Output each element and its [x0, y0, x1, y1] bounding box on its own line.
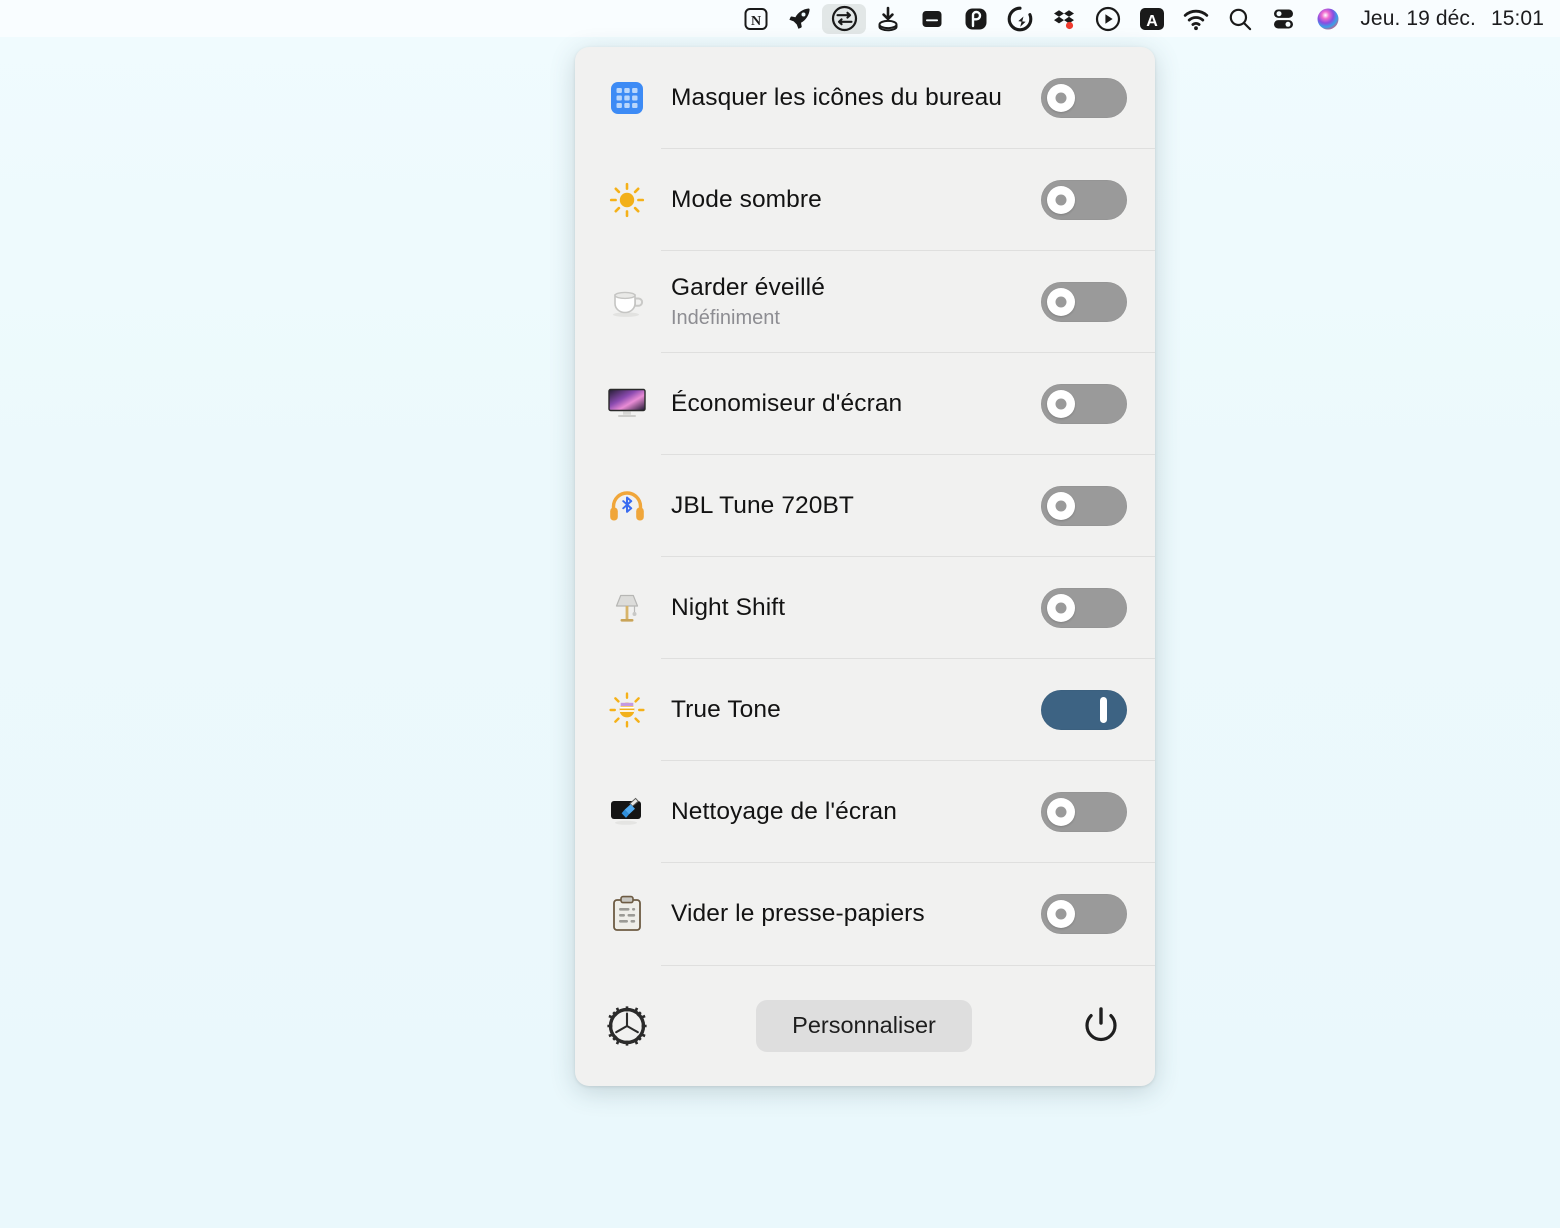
row-text: Masquer les icônes du bureau — [653, 84, 1041, 112]
row-title: Économiseur d'écran — [671, 390, 903, 417]
toggle-bluetooth-headphones[interactable] — [1041, 486, 1127, 526]
row-title: Masquer les icônes du bureau — [671, 84, 1003, 111]
toggle-screen-saver[interactable] — [1041, 384, 1127, 424]
footer-center: Personnaliser — [653, 999, 1075, 1052]
dropbox-icon[interactable] — [1042, 4, 1086, 34]
menu-bar-date: Jeu. 19 déc. — [1360, 6, 1476, 30]
menu-bar: N A Jeu. 19 déc. 15:01 — [0, 0, 1560, 37]
menu-bar-clock[interactable]: Jeu. 19 déc. 15:01 — [1360, 7, 1544, 31]
row-night-shift[interactable]: Night Shift — [575, 557, 1155, 659]
toggle-knob — [1047, 390, 1075, 418]
clipboard-icon — [601, 895, 653, 933]
wifi-icon[interactable] — [1174, 4, 1218, 34]
coffee-cup-icon — [601, 284, 653, 320]
row-text: JBL Tune 720BT — [653, 492, 1041, 520]
toggle-true-tone[interactable] — [1041, 690, 1127, 730]
play-circle-icon[interactable] — [1086, 4, 1130, 34]
row-subtitle: Indéfiniment — [671, 307, 780, 329]
quick-icon[interactable] — [998, 4, 1042, 34]
lamp-icon — [601, 589, 653, 627]
control-center-icon[interactable] — [1262, 4, 1306, 34]
download-icon[interactable] — [866, 4, 910, 34]
desktop: N A Jeu. 19 déc. 15:01 Masquer les icône… — [0, 0, 1560, 1228]
desktop-grid-icon — [601, 80, 653, 116]
toggle-dark-mode[interactable] — [1041, 180, 1127, 220]
row-true-tone[interactable]: True Tone — [575, 659, 1155, 761]
toggle-knob — [1047, 84, 1075, 112]
row-hide-desktop-icons[interactable]: Masquer les icônes du bureau — [575, 47, 1155, 149]
siri-icon[interactable] — [1306, 4, 1350, 34]
toggle-knob — [1047, 186, 1075, 214]
row-text: Night Shift — [653, 594, 1041, 622]
row-title: Night Shift — [671, 594, 786, 621]
footer-separator — [661, 965, 1155, 966]
panel-footer: Personnaliser — [575, 965, 1155, 1086]
rocket-icon[interactable] — [778, 4, 822, 34]
toggle-clear-clipboard[interactable] — [1041, 894, 1127, 934]
row-text: Vider le presse-papiers — [653, 900, 1041, 928]
row-screen-saver[interactable]: Économiseur d'écran — [575, 353, 1155, 455]
one-switch-icon[interactable] — [822, 3, 867, 34]
row-clear-clipboard[interactable]: Vider le presse-papiers — [575, 863, 1155, 965]
toggle-knob — [1047, 594, 1075, 622]
row-title: Mode sombre — [671, 186, 822, 213]
toggle-hide-desktop-icons[interactable] — [1041, 78, 1127, 118]
row-title: Vider le presse-papiers — [671, 900, 925, 927]
row-screen-cleaning[interactable]: Nettoyage de l'écran — [575, 761, 1155, 863]
row-text: Économiseur d'écran — [653, 390, 1041, 418]
screen-clean-icon — [601, 794, 653, 830]
row-bluetooth-headphones[interactable]: JBL Tune 720BT — [575, 455, 1155, 557]
toggle-night-shift[interactable] — [1041, 588, 1127, 628]
sun-tone-icon — [601, 691, 653, 729]
permute-icon[interactable] — [954, 4, 998, 34]
svg-text:N: N — [751, 14, 761, 29]
toggle-knob — [1047, 798, 1075, 826]
gear-icon[interactable] — [601, 1004, 653, 1048]
search-icon[interactable] — [1218, 4, 1262, 34]
row-text: Garder éveillé Indéfiniment — [653, 274, 1041, 330]
notion-icon[interactable]: N — [734, 4, 778, 34]
toggle-screen-cleaning[interactable] — [1041, 792, 1127, 832]
toggle-knob — [1047, 492, 1075, 520]
row-title: True Tone — [671, 696, 781, 723]
row-text: True Tone — [653, 696, 1041, 724]
bartender-icon[interactable] — [910, 4, 954, 34]
toggle-knob — [1100, 697, 1107, 723]
menu-bar-time: 15:01 — [1490, 6, 1544, 30]
power-icon[interactable] — [1075, 1004, 1127, 1048]
monitor-screensaver-icon — [601, 387, 653, 421]
row-title: JBL Tune 720BT — [671, 492, 854, 519]
row-dark-mode[interactable]: Mode sombre — [575, 149, 1155, 251]
row-title: Nettoyage de l'écran — [671, 798, 897, 825]
one-switch-panel: Masquer les icônes du bureau Mode sombre… — [575, 47, 1155, 1086]
toggle-keep-awake[interactable] — [1041, 282, 1127, 322]
row-keep-awake[interactable]: Garder éveillé Indéfiniment — [575, 251, 1155, 353]
svg-text:A: A — [1147, 13, 1159, 30]
row-text: Mode sombre — [653, 186, 1041, 214]
customize-button[interactable]: Personnaliser — [756, 999, 972, 1052]
row-text: Nettoyage de l'écran — [653, 798, 1041, 826]
row-title: Garder éveillé — [671, 274, 825, 301]
abc-input-icon[interactable]: A — [1130, 4, 1174, 34]
sun-icon — [601, 181, 653, 219]
bluetooth-headphones-icon — [601, 488, 653, 524]
toggle-knob — [1047, 288, 1075, 316]
toggle-knob — [1047, 900, 1075, 928]
